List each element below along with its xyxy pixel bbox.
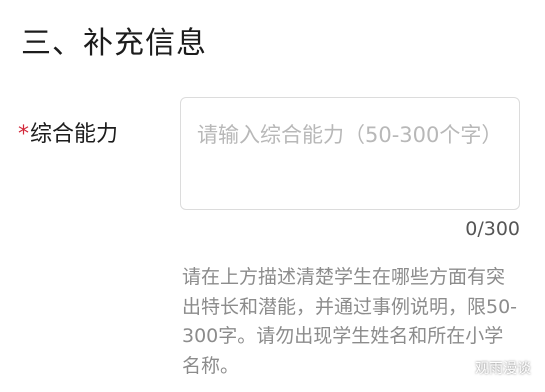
field-label-comprehensive-ability: *综合能力 bbox=[18, 116, 118, 148]
comprehensive-ability-input-box bbox=[180, 97, 520, 210]
watermark-text: 观雨漫谈 bbox=[475, 361, 531, 377]
comprehensive-ability-textarea[interactable] bbox=[181, 98, 519, 209]
wechat-icon bbox=[448, 359, 470, 376]
section-title: 三、补充信息 bbox=[21, 26, 207, 61]
field-label-text: 综合能力 bbox=[30, 122, 119, 147]
required-mark: * bbox=[18, 122, 29, 147]
watermark: 观雨漫谈 bbox=[448, 358, 531, 378]
character-counter: 0/300 bbox=[465, 218, 520, 240]
